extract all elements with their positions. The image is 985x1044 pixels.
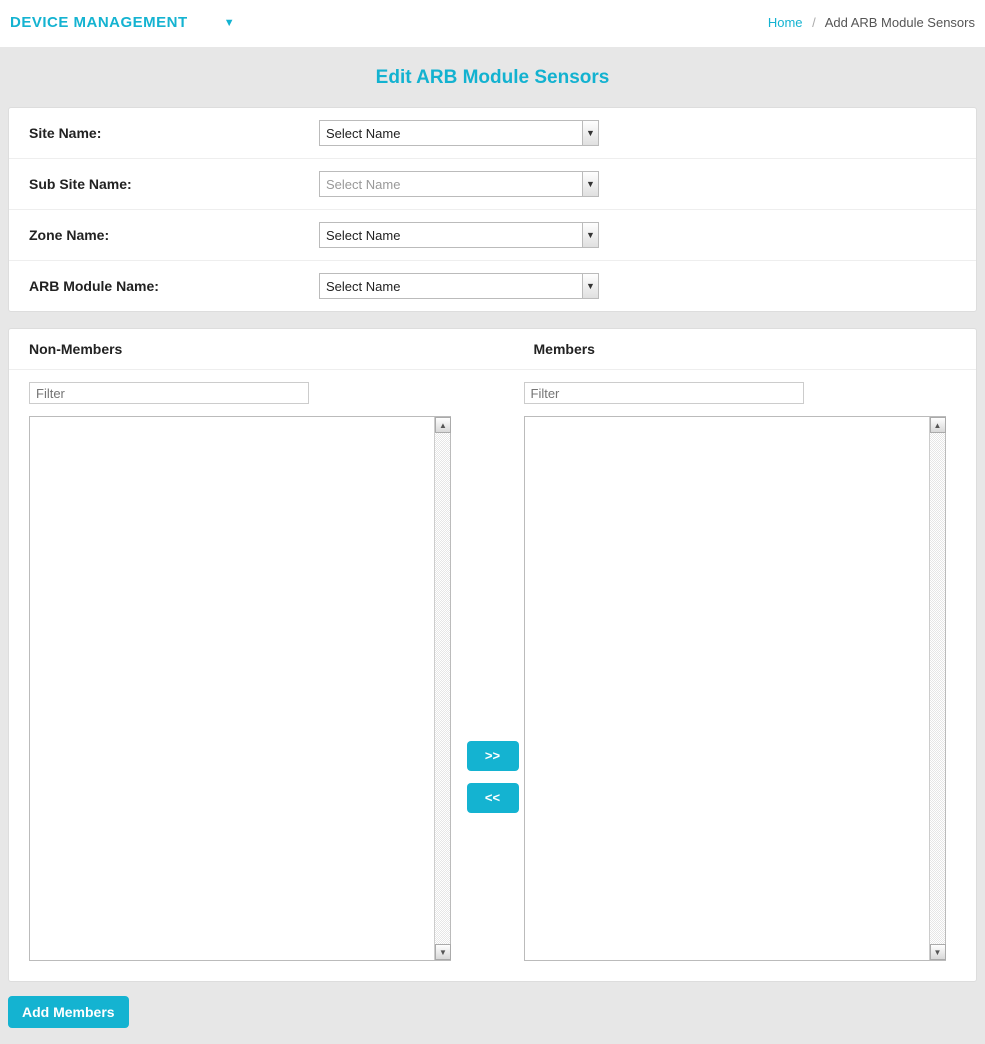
- non-members-title: Non-Members: [9, 329, 472, 369]
- scroll-up-icon[interactable]: ▲: [930, 417, 946, 433]
- site-name-label: Site Name:: [29, 125, 319, 141]
- chevron-down-icon: ▼: [582, 172, 598, 196]
- non-members-filter[interactable]: [29, 382, 309, 404]
- topbar: DEVICE MANAGEMENT ▼ Home / Add ARB Modul…: [0, 0, 985, 47]
- scrollbar[interactable]: ▲ ▼: [434, 417, 450, 960]
- chevron-down-icon: ▼: [582, 223, 598, 247]
- section-dropdown[interactable]: DEVICE MANAGEMENT ▼: [10, 14, 235, 31]
- sub-site-name-select[interactable]: ▼: [319, 171, 599, 197]
- scroll-up-icon[interactable]: ▲: [435, 417, 451, 433]
- row-sub-site-name: Sub Site Name: ▼: [9, 159, 976, 210]
- zone-name-value[interactable]: [319, 222, 599, 248]
- non-members-column: ▲ ▼: [29, 382, 462, 961]
- zone-name-label: Zone Name:: [29, 227, 319, 243]
- members-title: Members: [534, 329, 977, 369]
- members-column: ▲ ▼: [524, 382, 957, 961]
- page-title: Edit ARB Module Sensors: [0, 47, 985, 107]
- breadcrumb-current: Add ARB Module Sensors: [825, 15, 975, 30]
- transfer-body: ▲ ▼ >> << ▲ ▼: [9, 370, 976, 961]
- move-left-button[interactable]: <<: [467, 783, 519, 813]
- breadcrumb-separator: /: [812, 15, 816, 30]
- chevron-down-icon: ▼: [582, 274, 598, 298]
- site-name-value[interactable]: [319, 120, 599, 146]
- selection-form: Site Name: ▼ Sub Site Name: ▼ Zone Name:…: [8, 107, 977, 312]
- add-members-button[interactable]: Add Members: [8, 996, 129, 1028]
- members-listbox[interactable]: ▲ ▼: [524, 416, 946, 961]
- arb-module-name-value[interactable]: [319, 273, 599, 299]
- breadcrumb-home-link[interactable]: Home: [768, 15, 803, 30]
- arb-module-name-label: ARB Module Name:: [29, 278, 319, 294]
- sub-site-name-value[interactable]: [319, 171, 599, 197]
- move-right-button[interactable]: >>: [467, 741, 519, 771]
- zone-name-select[interactable]: ▼: [319, 222, 599, 248]
- scrollbar[interactable]: ▲ ▼: [929, 417, 945, 960]
- scroll-down-icon[interactable]: ▼: [930, 944, 946, 960]
- row-zone-name: Zone Name: ▼: [9, 210, 976, 261]
- transfer-header-spacer: [472, 329, 534, 369]
- sub-site-name-label: Sub Site Name:: [29, 176, 319, 192]
- non-members-listbox[interactable]: ▲ ▼: [29, 416, 451, 961]
- chevron-down-icon: ▼: [224, 17, 235, 29]
- content-area: Edit ARB Module Sensors Site Name: ▼ Sub…: [0, 47, 985, 1044]
- transfer-header: Non-Members Members: [9, 329, 976, 370]
- transfer-controls: >> <<: [462, 382, 524, 961]
- row-site-name: Site Name: ▼: [9, 108, 976, 159]
- arb-module-name-select[interactable]: ▼: [319, 273, 599, 299]
- row-arb-module-name: ARB Module Name: ▼: [9, 261, 976, 311]
- chevron-down-icon: ▼: [582, 121, 598, 145]
- members-filter[interactable]: [524, 382, 804, 404]
- breadcrumb: Home / Add ARB Module Sensors: [768, 15, 975, 30]
- section-title: DEVICE MANAGEMENT: [10, 14, 188, 31]
- transfer-panel: Non-Members Members ▲ ▼ >> <<: [8, 328, 977, 982]
- scroll-down-icon[interactable]: ▼: [435, 944, 451, 960]
- site-name-select[interactable]: ▼: [319, 120, 599, 146]
